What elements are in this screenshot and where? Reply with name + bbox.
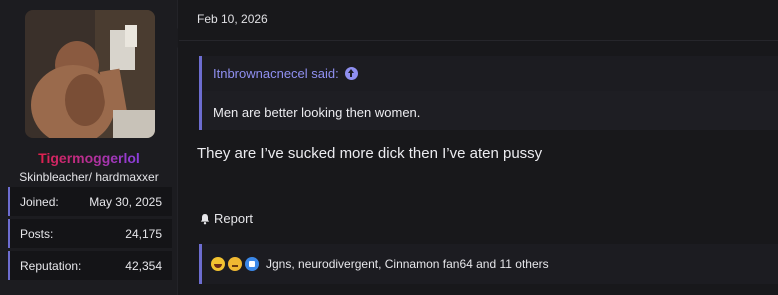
avatar[interactable] — [25, 10, 155, 138]
quote-block: Itnbrownacnecel said: Men are better loo… — [199, 56, 778, 130]
laugh-emoji-icon — [211, 257, 225, 271]
thinking-emoji-icon — [228, 257, 242, 271]
username-text[interactable]: Tigermoggerlol — [38, 150, 140, 166]
avatar-image — [25, 10, 155, 138]
username[interactable]: Tigermoggerlol — [0, 150, 178, 166]
stat-label: Joined: — [20, 194, 59, 209]
stat-reputation: Reputation: 42,354 — [8, 251, 172, 280]
stat-value: May 30, 2025 — [89, 194, 162, 209]
stat-label: Reputation: — [20, 258, 82, 273]
reactions-list[interactable]: Jgns, neurodivergent, Cinnamon fan64 and… — [266, 257, 549, 271]
post-arrow — [168, 28, 178, 48]
stat-value: 24,175 — [125, 226, 162, 241]
user-title: Skinbleacher/ hardmaxxer — [19, 170, 159, 184]
reactions-bar[interactable]: Jgns, neurodivergent, Cinnamon fan64 and… — [199, 244, 778, 284]
stat-joined: Joined: May 30, 2025 — [8, 187, 172, 216]
header-divider — [179, 40, 778, 41]
post-message: They are I’ve sucked more dick then I’ve… — [197, 145, 543, 162]
quote-header[interactable]: Itnbrownacnecel said: — [202, 56, 778, 91]
stat-value: 42,354 — [125, 258, 162, 273]
like-thumb-icon — [245, 257, 259, 271]
forum-post: Tigermoggerlol Skinbleacher/ hardmaxxer … — [0, 0, 778, 295]
stat-posts: Posts: 24,175 — [8, 219, 172, 248]
report-link[interactable]: Report — [199, 211, 253, 226]
user-sidebar: Tigermoggerlol Skinbleacher/ hardmaxxer … — [0, 0, 178, 295]
post-main: Feb 10, 2026 Itnbrownacnecel said: Men a… — [179, 0, 778, 295]
quote-text: Men are better looking then women. — [213, 105, 421, 120]
report-label[interactable]: Report — [214, 211, 253, 226]
stat-label: Posts: — [20, 226, 54, 241]
post-date[interactable]: Feb 10, 2026 — [197, 12, 268, 26]
user-stats: Joined: May 30, 2025 Posts: 24,175 Reput… — [8, 187, 172, 283]
quote-author[interactable]: Itnbrownacnecel said: — [213, 66, 339, 81]
bell-icon — [200, 213, 210, 224]
arrow-up-circle-icon[interactable] — [344, 67, 358, 80]
